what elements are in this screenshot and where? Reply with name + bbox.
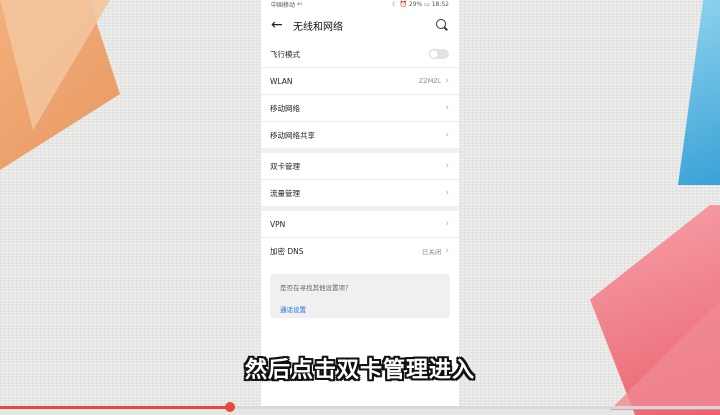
airplane-mode-toggle[interactable]: [429, 49, 449, 59]
hint-question: 是否在寻找其他设置项？: [280, 284, 352, 292]
settings-row-label: 移动网络共享: [270, 130, 315, 140]
settings-group: VPN › 加密 DNS 已关闭 ›: [261, 211, 459, 264]
settings-group: 双卡管理 › 流量管理 ›: [261, 153, 459, 206]
status-bar: 中国移动 ⁴ᴳ ☾ ⏰ 29% ▭ 18:52: [261, 0, 459, 9]
settings-list: 飞行模式 WLAN ZZMZL › 移动网络 › 移动网络共享 › 双卡管理 › 流量管理 › VPN ›…: [261, 41, 459, 264]
status-icons-text: ☾ ⏰ 29% ▭ 18:52: [392, 1, 449, 8]
app-bar: ← 无线和网络: [261, 9, 459, 41]
settings-row-label: 移动网络: [270, 103, 300, 113]
settings-row-value: ZZMZL: [418, 77, 442, 85]
chevron-right-icon: ›: [445, 219, 449, 229]
settings-row-label: VPN: [270, 219, 286, 229]
video-subtitle: 然后点击双卡管理进入: [244, 358, 475, 383]
back-arrow-icon[interactable]: ←: [271, 17, 293, 33]
carrier-text: 中国移动 ⁴ᴳ: [271, 2, 303, 9]
settings-row[interactable]: 流量管理 ›: [261, 180, 459, 206]
settings-row-label: WLAN: [270, 76, 293, 86]
phone-screen: 中国移动 ⁴ᴳ ☾ ⏰ 29% ▭ 18:52 ← 无线和网络 飞行模式 WLAN…: [261, 0, 459, 409]
settings-row-value: 已关闭: [421, 248, 442, 256]
settings-row-label: 飞行模式: [270, 49, 300, 59]
page-title: 无线和网络: [293, 21, 343, 33]
chevron-right-icon: ›: [445, 161, 449, 171]
settings-row-label: 双卡管理: [270, 161, 300, 171]
hint-card: 是否在寻找其他设置项？ 通话设置: [270, 274, 450, 318]
settings-group: 飞行模式 WLAN ZZMZL › 移动网络 › 移动网络共享 ›: [261, 41, 459, 148]
settings-row[interactable]: 加密 DNS 已关闭 ›: [261, 238, 459, 264]
settings-row[interactable]: VPN ›: [261, 211, 459, 238]
settings-row[interactable]: 双卡管理 ›: [261, 153, 459, 180]
settings-row[interactable]: WLAN ZZMZL ›: [261, 68, 459, 95]
chevron-right-icon: ›: [445, 246, 449, 256]
search-icon[interactable]: [435, 18, 449, 32]
chevron-right-icon: ›: [445, 130, 449, 140]
toggle-knob: [430, 50, 438, 58]
chevron-right-icon: ›: [445, 76, 449, 86]
video-progress-handle[interactable]: [225, 402, 236, 412]
settings-row[interactable]: 飞行模式: [261, 41, 459, 68]
chevron-right-icon: ›: [445, 103, 449, 113]
settings-row-label: 加密 DNS: [270, 246, 304, 256]
settings-row[interactable]: 移动网络 ›: [261, 95, 459, 122]
settings-row-label: 流量管理: [270, 188, 300, 198]
chevron-right-icon: ›: [445, 188, 449, 198]
settings-row[interactable]: 移动网络共享 ›: [261, 122, 459, 148]
call-settings-link[interactable]: 通话设置: [280, 304, 440, 314]
